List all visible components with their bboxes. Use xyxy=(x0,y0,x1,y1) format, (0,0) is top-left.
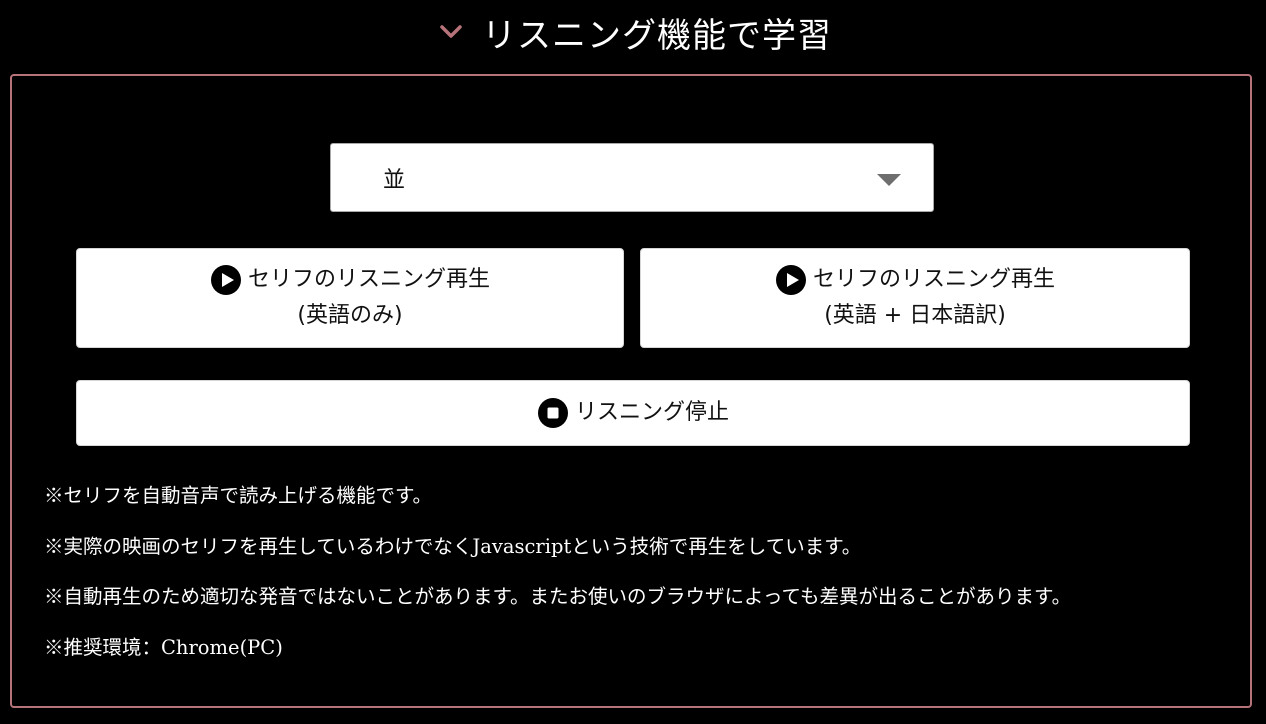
play-english-japanese-button[interactable]: セリフのリスニング再生 (英語 + 日本語訳) xyxy=(640,248,1190,348)
play-circle-icon xyxy=(210,264,242,296)
section-title: リスニング機能で学習 xyxy=(482,15,832,56)
section-header[interactable]: リスニング機能で学習 xyxy=(0,0,1266,64)
stop-circle-icon xyxy=(537,397,569,429)
play-english-japanese-sublabel: (英語 + 日本語訳) xyxy=(824,303,1006,328)
play-english-button[interactable]: セリフのリスニング再生 (英語のみ) xyxy=(76,248,624,348)
chevron-down-icon[interactable] xyxy=(434,15,468,49)
voice-select-value: 並 xyxy=(383,167,406,193)
play-english-japanese-label: セリフのリスニング再生 xyxy=(812,267,1055,292)
dropdown-arrow-icon xyxy=(877,174,901,186)
stop-listening-label: リスニング停止 xyxy=(574,400,729,425)
play-circle-icon xyxy=(775,264,807,296)
note-item: ※実際の映画のセリフを再生しているわけでなくJavascriptという技術で再生… xyxy=(44,534,862,558)
notes-list: ※セリフを自動音声で読み上げる機能です。 ※実際の映画のセリフを再生しているわけ… xyxy=(44,478,1234,680)
voice-select[interactable]: 並 xyxy=(330,143,934,212)
stop-listening-button[interactable]: リスニング停止 xyxy=(76,380,1190,446)
play-english-label: セリフのリスニング再生 xyxy=(247,267,490,292)
note-item: ※セリフを自動音声で読み上げる機能です。 xyxy=(44,484,433,507)
note-item: ※推奨環境：Chrome(PC) xyxy=(44,635,283,659)
play-english-sublabel: (英語のみ) xyxy=(297,303,403,328)
note-item: ※自動再生のため適切な発音ではないことがあります。またお使いのブラウザによっても… xyxy=(44,585,1072,608)
